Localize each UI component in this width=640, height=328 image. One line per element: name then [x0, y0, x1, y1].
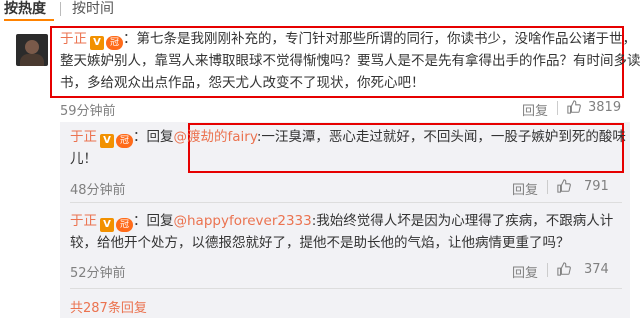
username-link[interactable]: 于正	[70, 129, 97, 145]
reply-prefix: ：回复	[133, 213, 174, 229]
reply-like-count: 791	[584, 179, 609, 194]
level-badge-icon: 冠	[116, 218, 133, 232]
verified-v-icon: V	[100, 218, 114, 232]
thumbs-up-icon[interactable]	[557, 179, 571, 193]
reply-button[interactable]: 回复	[512, 262, 538, 281]
thumbs-up-icon[interactable]	[567, 100, 581, 114]
comment-colon: ：	[123, 31, 137, 47]
mention-link[interactable]: @渡劫的fairy	[174, 129, 257, 145]
level-badge-icon: 冠	[106, 36, 123, 50]
reply-button[interactable]: 回复	[512, 179, 538, 198]
thumbs-up-icon[interactable]	[557, 262, 571, 276]
main-comment-text: 于正 V 冠：第七条是我刚刚补充的，专门针对那些所谓的同行，你读书少，没啥作品公诸于…	[60, 28, 640, 94]
sort-by-hot-tab[interactable]: 按热度	[4, 0, 46, 18]
username-link[interactable]: 于正	[60, 31, 87, 47]
sort-by-time-tab[interactable]: 按时间	[72, 0, 114, 18]
reply-line-1: 于正 V 冠：回复@happyforever2333:我始终觉得人坏是因为心理得了疾…	[70, 210, 620, 232]
reply-time: 48分钟前	[70, 183, 126, 198]
avatar[interactable]	[16, 34, 48, 66]
reply-text-line: :一汪臭潭，恶心走过就好，不回头闻，一股子嫉妒到死的酸味	[256, 129, 626, 145]
sort-divider	[60, 2, 61, 16]
reply-text-line: :我始终觉得人坏是因为心理得了疾病，不跟病人计	[311, 213, 614, 229]
main-reply-button[interactable]: 回复	[522, 100, 548, 119]
reply-time: 52分钟前	[70, 266, 126, 281]
reply-text: 于正 V 冠：回复@渡劫的fairy:一汪臭潭，恶心走过就好，不回头闻，一股子嫉妒到…	[70, 126, 626, 170]
sort-bar: 按热度 按时间	[0, 0, 640, 22]
active-tab-underline	[4, 19, 54, 21]
reply-text: 于正 V 冠：回复@happyforever2333:我始终觉得人坏是因为心理得了疾…	[70, 210, 620, 254]
reply-line-2: 儿！	[70, 151, 97, 167]
main-comment-time: 59分钟前	[60, 104, 116, 119]
main-comment-line-1: 于正 V 冠：第七条是我刚刚补充的，专门针对那些所谓的同行，你读书少，没啥作品公诸于…	[60, 28, 636, 50]
more-replies-link[interactable]: 共287条回复	[70, 297, 147, 316]
username-link[interactable]: 于正	[70, 213, 97, 229]
verified-v-icon: V	[100, 134, 114, 148]
action-divider	[557, 101, 558, 115]
main-comment-line-3: 书，多给观众出点作品，怨天尤人改变不了现状，你死心吧！	[60, 75, 425, 91]
main-like-count: 3819	[588, 100, 622, 115]
reply-line-1: 于正 V 冠：回复@渡劫的fairy:一汪臭潭，恶心走过就好，不回头闻，一股子嫉妒到…	[70, 126, 626, 148]
reply-line-2: 较，给他开个处方，以德报怨就好了，提他不是助长他的气焰，让他病情更重了吗？	[70, 235, 570, 251]
comment-text-line: 第七条是我刚刚补充的，专门针对那些所谓的同行，你读书少，没啥作品公诸于世，	[136, 31, 637, 47]
verified-v-icon: V	[90, 36, 104, 50]
reply-divider	[70, 202, 622, 203]
reply-like-count: 374	[584, 262, 609, 277]
main-comment-line-2: 整天嫉妒别人，靠骂人来博取眼球不觉得惭愧吗？要骂人是不是先有拿得出手的作品？有时…	[60, 53, 640, 69]
reply-prefix: ：回复	[133, 129, 174, 145]
action-divider	[547, 180, 548, 194]
level-badge-icon: 冠	[116, 134, 133, 148]
mention-link[interactable]: @happyforever2333	[174, 213, 312, 229]
action-divider	[547, 263, 548, 277]
reply-divider	[70, 288, 622, 289]
